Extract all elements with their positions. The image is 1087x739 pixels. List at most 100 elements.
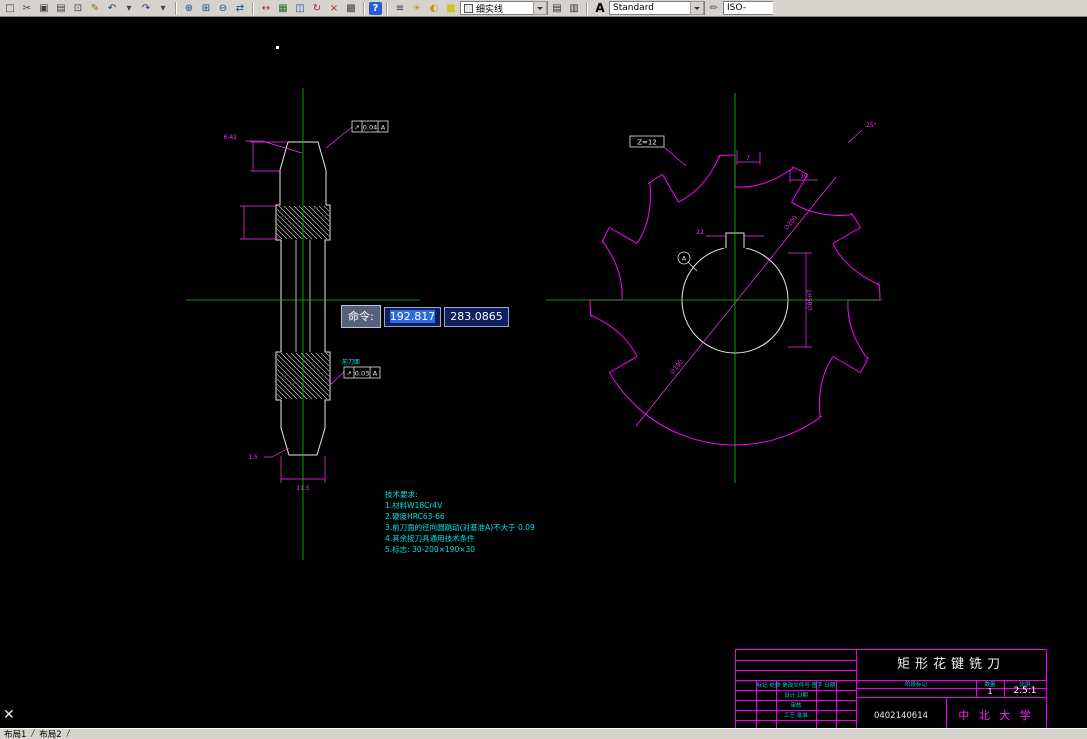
paste-icon[interactable]: ▤ [53,1,69,15]
layer-previous-icon[interactable]: ▤ [549,1,565,15]
layer2-toolbar-group: ▤ ▥ [549,1,582,15]
gdt-top-value: 0.04 [363,124,377,132]
layer-half-icon[interactable]: ◐ [426,1,442,15]
zoom-in-icon[interactable]: ⊕ [181,1,197,15]
array-icon[interactable]: ▦ [275,1,291,15]
revision-row: 标记 处数 更改文件号 签字 日期 [756,683,836,689]
qty-value: 1 [987,687,993,696]
technical-notes: 技术要求: 1.材料W18Cr4V 2.硬度HRC63-66 3.前刀面的径向圆… [385,489,535,555]
toolbar-separator [175,1,177,15]
chevron-down-icon[interactable] [690,1,704,15]
toolbar-separator [363,1,365,15]
layer-on-icon[interactable]: ☀ [409,1,425,15]
checker-row: 审核 [790,703,802,709]
note-line: 3.前刀面的径向圆跳动(对基准A)不大于 0.09 [385,523,535,532]
dim-style-combo-value: ISO- [727,3,746,13]
layer-color-chip [464,3,473,13]
erase-icon[interactable]: × [326,1,342,15]
tab-separator: / [31,729,35,739]
dim-label-7: 7 [746,155,750,162]
move-icon[interactable]: ↔ [258,1,274,15]
layer-color-swatch[interactable]: ■ [443,1,459,15]
organization-name: 中 北 大 学 [958,709,1034,722]
tab-separator: / [66,729,70,739]
dim-label-chamfer: 1.5 [248,454,258,461]
modify-toolbar-group: ↔ ▦ ◫ ↻ × ▩ [258,1,359,15]
stage-header: 阶段标记 [904,682,927,688]
layer-states-icon[interactable]: ▥ [566,1,582,15]
layer-toolbar-group: ≡ ☀ ◐ ■ [392,1,459,15]
dim-label-tip: 6.42 [224,134,238,141]
drawing-title: 矩形花键铣刀 [896,657,1005,672]
gdt-top-symbol-icon: ↗ [354,124,359,132]
drawing-number: 0402140614 [873,711,929,721]
text-style-combo[interactable]: Standard [609,1,705,15]
copy-icon[interactable]: ▣ [36,1,52,15]
status-bar: 布局1 / 布局2 / [0,728,1087,739]
pan-icon[interactable]: ⇄ [232,1,248,15]
chevron-down-icon[interactable] [533,1,547,15]
dim-label-width: 11.5 [296,485,310,492]
layers-icon[interactable]: ≡ [392,1,408,15]
coord-x-value: 192.817 [389,309,436,323]
zoom-window-icon[interactable]: ⊞ [198,1,214,15]
mirror-icon[interactable]: ◫ [292,1,308,15]
pencil-icon[interactable]: ✎ [87,1,103,15]
coord-y-field[interactable]: 283.0865 [444,306,509,327]
note-line: 技术要求: [385,490,418,499]
dimstyle-toolbar-group: ✏ [706,1,722,15]
redo-arrow-icon[interactable]: ▾ [155,1,171,15]
text-style-combo-value: Standard [613,3,654,13]
dim-label-keyway: 22 [696,229,704,236]
table-icon[interactable]: ▩ [343,1,359,15]
teeth-count-label: Z=12 [637,139,657,147]
dim-label-angle: 25° [866,122,877,129]
note-line: 2.硬度HRC63-66 [385,512,445,521]
cad-window: □ ✂ ▣ ▤ ⊡ ✎ ↶ ▾ ↷ ▾ ⊕ ⊞ ⊖ ⇄ ↔ ▦ ◫ ↻ × ▩ ? ≡ ☀ ◐ ■ 细实线 ▤ ▥ A S… [0,0,1087,739]
zoom-toolbar-group: ⊕ ⊞ ⊖ ⇄ [181,1,248,15]
print-icon[interactable]: ⊡ [70,1,86,15]
text-style-icon[interactable]: A [592,1,608,15]
redo-icon[interactable]: ↷ [138,1,154,15]
coord-x-field[interactable]: 192.817 [383,306,442,327]
crosshair-cursor [276,46,279,49]
scale-value: 2.5:1 [1013,686,1037,696]
dynamic-input-tooltip: 命令: 192.817 283.0865 [341,305,509,328]
toolbar-separator [586,1,588,15]
drawing-svg: 6.42 1.5 11.5 7 10 22 25° ∅85H7 ∅200 ∅19… [186,88,884,560]
dim-label-root: ∅190 [669,358,685,376]
gdt-bottom-datum: A [373,370,378,378]
note-line: 1.材料W18Cr4V [385,501,443,510]
undo-arrow-icon[interactable]: ▾ [121,1,137,15]
rake-face-label: 前刀面 [342,358,360,366]
gdt-top-datum: A [381,124,386,132]
dim-style-icon[interactable]: ✏ [706,1,722,15]
toolbar-separator [386,1,388,15]
layer-combo-value: 细实线 [476,4,504,15]
layer-combo[interactable]: 细实线 [460,1,548,15]
right-view-bore [677,232,789,354]
datum-label: A [682,255,687,263]
dim-style-combo[interactable]: ISO- [723,1,773,15]
tab-layout1[interactable]: 布局1 [4,728,26,739]
cut-icon[interactable]: ✂ [19,1,35,15]
file-toolbar-group: □ ✂ ▣ ▤ ⊡ ✎ ↶ ▾ ↷ ▾ [2,1,171,15]
drawing-canvas[interactable]: 6.42 1.5 11.5 7 10 22 25° ∅85H7 ∅200 ∅19… [0,17,1087,731]
main-toolbar: □ ✂ ▣ ▤ ⊡ ✎ ↶ ▾ ↷ ▾ ⊕ ⊞ ⊖ ⇄ ↔ ▦ ◫ ↻ × ▩ ? ≡ ☀ ◐ ■ 细实线 ▤ ▥ A S… [0,0,1087,17]
command-prompt-label: 命令: [341,305,381,328]
new-drawing-icon[interactable]: □ [2,1,18,15]
ucs-icon: ✕ [3,707,15,723]
textstyle-toolbar-group: A [592,1,608,15]
undo-icon[interactable]: ↶ [104,1,120,15]
rotate-icon[interactable]: ↻ [309,1,325,15]
tab-layout2[interactable]: 布局2 [39,728,61,739]
help-toolbar-group: ? [369,1,382,15]
process-row: 工艺 批准 [784,713,808,719]
title-block: 矩形花键铣刀 阶段标记 数量 比例 1 2.5:1 0402140614 中 北… [735,649,1047,731]
gdt-bottom-value: 0.03 [355,370,369,378]
note-line: 4.其余按刀具通用技术条件 [385,534,475,543]
gdt-frames [343,120,389,379]
zoom-out-icon[interactable]: ⊖ [215,1,231,15]
help-icon[interactable]: ? [369,1,382,15]
dim-label-bore: ∅85H7 [807,289,814,310]
